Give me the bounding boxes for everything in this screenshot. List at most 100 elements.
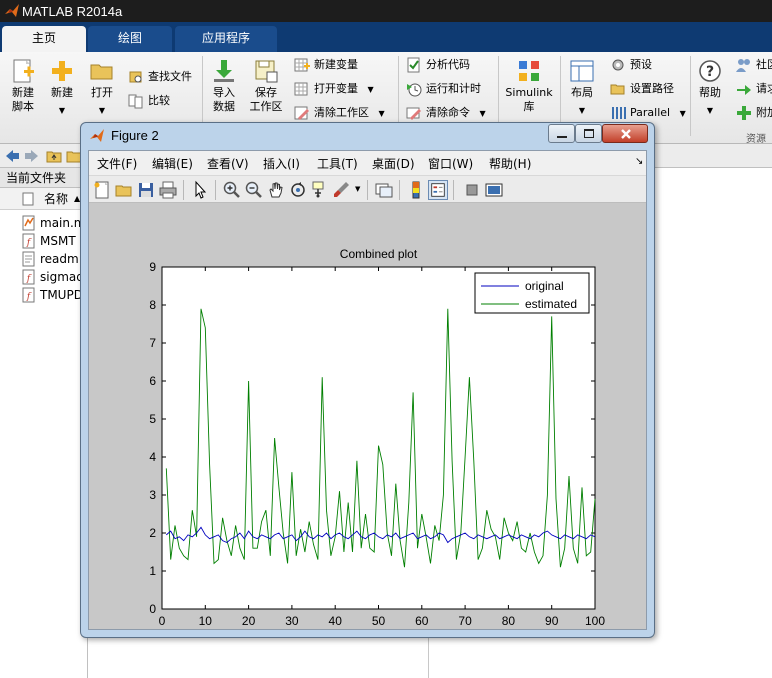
layout-label: 布局 — [571, 86, 593, 99]
function-file-icon: f — [22, 287, 35, 303]
analyze-code-button[interactable]: 分析代码 — [406, 56, 470, 74]
forward-arrow-icon[interactable] — [24, 148, 40, 164]
community-button[interactable]: 社区 — [736, 56, 772, 74]
y-tick-label: 0 — [149, 602, 156, 616]
request-support-button[interactable]: 请求 — [736, 80, 772, 98]
minimize-button[interactable] — [548, 124, 575, 143]
dock-arrow-icon[interactable]: ↘ — [635, 156, 643, 167]
tab-plots[interactable]: 绘图 — [88, 26, 172, 52]
menu-view[interactable]: 查看(V) — [207, 155, 249, 172]
maximize-button[interactable] — [575, 124, 602, 143]
layout-icon — [570, 60, 594, 82]
zoom-in-icon[interactable] — [222, 180, 242, 200]
parallel-button[interactable]: Parallel ▼ — [610, 104, 686, 122]
new-script-button[interactable]: 新建 脚本 — [6, 58, 40, 114]
menu-tools[interactable]: 工具(T) — [317, 155, 358, 172]
open-button[interactable]: 打开 ▼ — [86, 58, 118, 118]
clear-workspace-icon — [294, 106, 309, 120]
rotate-icon[interactable] — [288, 180, 308, 200]
open-variable-button[interactable]: 打开变量 ▼ — [294, 80, 374, 98]
up-folder-icon[interactable] — [46, 148, 62, 164]
compare-label: 比较 — [148, 94, 170, 107]
x-tick-label: 100 — [585, 614, 605, 628]
help-button[interactable]: ? 帮助 ▼ — [694, 58, 726, 118]
new-figure-icon[interactable] — [92, 180, 112, 200]
new-variable-button[interactable]: 新建变量 — [294, 56, 358, 74]
new-button[interactable]: 新建 ▼ — [46, 58, 78, 118]
line-chart[interactable]: Combined plot 0 10 20 30 40 50 60 70 80 90 100 0 1 2 3… — [89, 203, 646, 629]
link-plot-icon[interactable] — [374, 180, 394, 200]
open-file-icon[interactable] — [114, 180, 134, 200]
x-tick-label: 40 — [329, 614, 343, 628]
file-item[interactable]: f MSMT — [22, 232, 76, 250]
data-cursor-icon[interactable] — [310, 180, 330, 200]
maximize-icon — [584, 129, 594, 138]
back-arrow-icon[interactable] — [4, 148, 20, 164]
new-variable-icon — [294, 58, 310, 72]
legend[interactable]: original estimated — [474, 272, 590, 314]
clear-commands-icon — [406, 107, 421, 120]
clear-workspace-button[interactable]: 清除工作区 ▼ — [294, 104, 385, 122]
close-icon — [621, 129, 631, 139]
x-tick-label: 60 — [415, 614, 429, 628]
addons-button[interactable]: 附加 — [736, 104, 772, 122]
parallel-label: Parallel — [630, 106, 671, 119]
chevron-down-icon: ▼ — [706, 106, 714, 115]
find-files-button[interactable]: 查找文件 — [128, 68, 192, 86]
legend-icon[interactable] — [428, 180, 448, 200]
svg-text:?: ? — [706, 64, 714, 80]
chevron-down-icon[interactable]: ▼ — [355, 185, 360, 193]
import-data-button[interactable]: 导入 数据 — [208, 58, 240, 114]
pan-icon[interactable] — [266, 180, 286, 200]
file-item[interactable]: f sigmad — [22, 268, 84, 286]
file-item[interactable]: main.m — [22, 214, 86, 232]
y-tick-label: 7 — [149, 336, 156, 350]
app-title: MATLAB R2014a — [22, 4, 123, 19]
set-path-button[interactable]: 设置路径 — [610, 80, 674, 98]
run-and-time-button[interactable]: 运行和计时 — [406, 80, 481, 98]
toolbar-separator — [367, 180, 368, 200]
preferences-label: 预设 — [630, 58, 652, 71]
pointer-icon[interactable] — [190, 180, 210, 200]
simulink-library-button[interactable]: Simulink 库 — [504, 58, 554, 114]
clear-commands-button[interactable]: 清除命令 ▼ — [406, 104, 486, 122]
brush-icon[interactable] — [332, 180, 352, 200]
tab-apps[interactable]: 应用程序 — [175, 26, 277, 52]
chevron-down-icon: ▼ — [378, 109, 385, 118]
new-script-icon — [13, 59, 34, 83]
new-label: 新建 — [51, 86, 73, 99]
chevron-down-icon: ▼ — [98, 106, 106, 115]
preferences-button[interactable]: 预设 — [610, 56, 652, 74]
menu-help[interactable]: 帮助(H) — [489, 155, 531, 172]
save-icon[interactable] — [136, 180, 156, 200]
menu-insert[interactable]: 插入(I) — [263, 155, 300, 172]
name-column-header[interactable]: 名称 ▲ — [0, 188, 88, 210]
menu-desktop[interactable]: 桌面(D) — [372, 155, 415, 172]
y-tick-label: 2 — [149, 526, 156, 540]
compare-button[interactable]: 比较 — [128, 92, 170, 110]
menu-edit[interactable]: 编辑(E) — [152, 155, 193, 172]
save-workspace-button[interactable]: 保存 工作区 — [246, 58, 286, 114]
colorbar-icon[interactable] — [406, 180, 426, 200]
help-icon: ? — [699, 60, 721, 82]
figure-toolbar: ▼ — [89, 175, 646, 203]
chart-title: Combined plot — [340, 247, 418, 261]
y-tick-label: 1 — [149, 564, 156, 578]
zoom-out-icon[interactable] — [244, 180, 264, 200]
figure-menubar: 文件(F) 编辑(E) 查看(V) 插入(I) 工具(T) 桌面(D) 窗口(W… — [89, 151, 646, 175]
figure-title: Figure 2 — [111, 128, 159, 143]
print-icon[interactable] — [158, 180, 178, 200]
compare-icon — [128, 94, 143, 109]
open-folder-icon — [90, 64, 113, 80]
file-item[interactable]: readm — [22, 250, 79, 268]
close-button[interactable] — [602, 124, 648, 143]
addons-label: 附加 — [756, 106, 772, 119]
tab-home[interactable]: 主页 — [2, 26, 86, 52]
menu-window[interactable]: 窗口(W) — [428, 155, 473, 172]
menu-file[interactable]: 文件(F) — [97, 155, 137, 172]
file-item[interactable]: f TMUPD — [22, 286, 83, 304]
show-plot-tools-icon[interactable] — [484, 180, 504, 200]
layout-button[interactable]: 布局 ▼ — [566, 58, 598, 118]
hide-plot-tools-icon[interactable] — [462, 180, 482, 200]
x-tick-label: 0 — [159, 614, 166, 628]
